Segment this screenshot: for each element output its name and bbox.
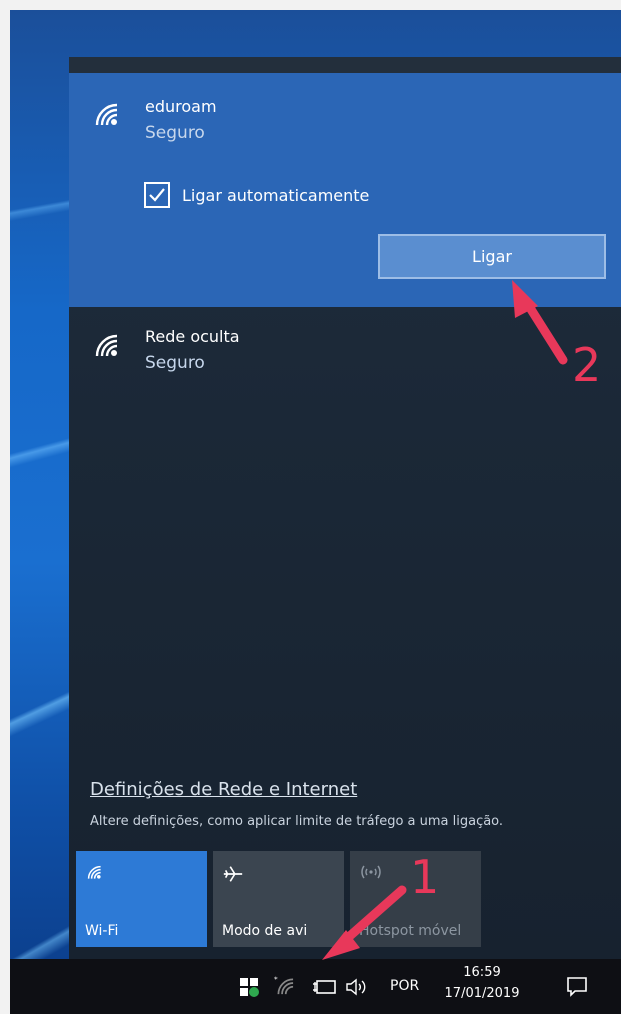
arrow-2-icon [512,280,568,365]
annotation-arrows [322,280,568,960]
annotation-number-1: 1 [410,850,440,904]
arrow-1-icon [322,885,407,960]
annotation-number-2: 2 [572,338,602,392]
